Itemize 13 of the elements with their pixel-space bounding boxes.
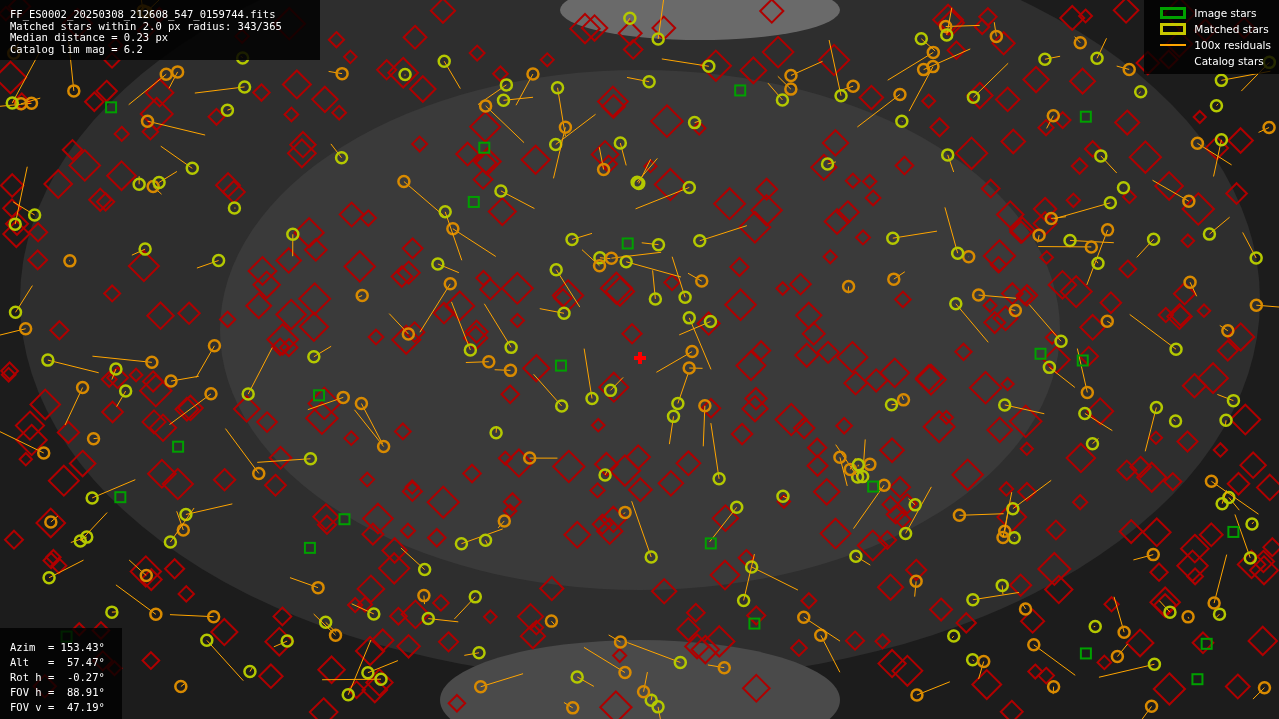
legend-label: 100x residuals [1194, 39, 1271, 51]
legend-label: Catalog stars [1194, 55, 1264, 67]
info-text: FF_ES0002_20250308_212608_547_0159744.fits [10, 9, 277, 21]
pointing-text: FOV v = 47.19° [10, 700, 106, 715]
pointing-text: Azim = 153.43° [10, 640, 106, 655]
info-text: Median distance = 0.23 px [10, 32, 169, 44]
info-text: Catalog lim mag = 6.2 [10, 43, 144, 55]
legend-label: Image stars [1194, 7, 1257, 19]
info-text: Matched stars within 2.0 px radius: 343/365 [10, 20, 283, 32]
pointing-text: Rot h = -0.27° [10, 670, 106, 685]
legend-label: Matched stars [1194, 23, 1269, 35]
pointing-text: Alt = 57.47° [10, 655, 106, 670]
pointing-text: FOV h = 88.91° [10, 685, 106, 700]
